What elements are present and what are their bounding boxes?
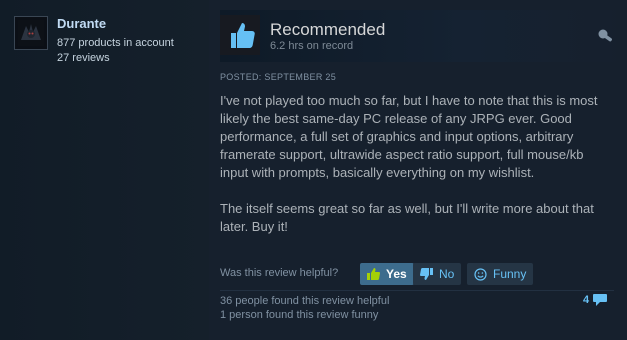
vote-yes-label: Yes — [386, 267, 407, 281]
posted-date: POSTED: SEPTEMBER 25 — [220, 72, 337, 82]
vote-yes-button[interactable]: Yes — [360, 263, 414, 285]
comments-link[interactable]: 4 — [583, 293, 608, 307]
speech-bubble-icon — [593, 294, 608, 306]
author-products-count[interactable]: 877 products in account — [57, 37, 174, 49]
divider — [220, 290, 614, 291]
vote-no-button[interactable]: No — [413, 263, 462, 285]
funny-count-text: 1 person found this review funny — [220, 309, 379, 321]
avatar[interactable] — [14, 16, 48, 50]
thumbs-down-icon — [420, 268, 433, 280]
thumbs-up-icon — [367, 268, 380, 280]
review-paragraph: The itself seems great so far as well, b… — [220, 201, 594, 234]
vote-funny-label: Funny — [493, 267, 527, 281]
review-body: I've not played too much so far, but I h… — [220, 92, 600, 254]
vote-funny-button[interactable]: Funny — [467, 263, 534, 285]
avatar-image — [18, 20, 44, 46]
review-panel: Recommended 6.2 hrs on record POSTED: SE… — [209, 0, 627, 340]
review-paragraph: I've not played too much so far, but I h… — [220, 93, 598, 180]
helpful-count-text: 36 people found this review helpful — [220, 295, 390, 307]
thumbs-up-icon — [220, 15, 260, 55]
helpful-question: Was this review helpful? — [220, 267, 339, 279]
hours-on-record: 6.2 hrs on record — [270, 40, 354, 52]
comment-count: 4 — [583, 294, 590, 306]
smiley-icon — [474, 267, 487, 281]
vote-no-label: No — [439, 267, 455, 281]
game-controller-icon — [597, 28, 615, 47]
review-rating-title[interactable]: Recommended — [270, 20, 385, 40]
author-panel: Durante 877 products in account 27 revie… — [0, 0, 209, 340]
author-name[interactable]: Durante — [57, 16, 106, 31]
author-reviews-count[interactable]: 27 reviews — [57, 52, 110, 64]
